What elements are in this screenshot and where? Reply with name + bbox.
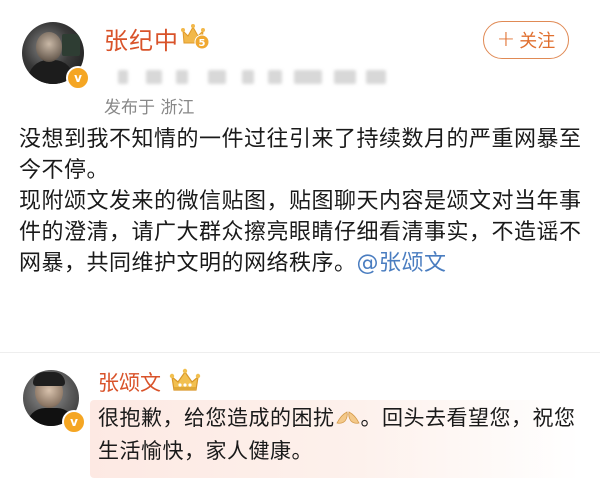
follow-button[interactable]: + 关注	[483, 21, 569, 59]
vip-crown-icon: 5	[181, 24, 210, 50]
vip-crown-icon	[169, 368, 201, 391]
verified-badge-icon: v	[62, 410, 86, 434]
author-name[interactable]: 张纪中	[104, 21, 179, 56]
verified-badge-icon: v	[66, 66, 90, 90]
post-content: 没想到我不知情的一件过往引来了持续数月的严重网暴至今不停。 现附颂文发来的微信贴…	[19, 124, 589, 279]
reply-text: 很抱歉，给您造成的困扰 。回头去看望您，祝您生活愉快，家人健康。	[98, 402, 578, 468]
avatar-face	[36, 32, 62, 62]
praying-hands-emoji-icon	[335, 411, 360, 424]
divider	[0, 352, 600, 353]
reply-section: v 张颂文 很抱歉，给您造成的困扰 。回头去看望您，祝您生活愉快，家人健康。	[0, 356, 600, 484]
reply-author-name[interactable]: 张颂文	[98, 367, 161, 397]
follow-label: 关注	[519, 31, 556, 52]
avatar-background	[62, 34, 80, 56]
post-paragraph-2-text: 现附颂文发来的微信贴图，贴图聊天内容是颂文对当年事件的澄清，请广大群众擦亮眼睛仔…	[19, 189, 582, 276]
post-paragraph-1: 没想到我不知情的一件过往引来了持续数月的严重网暴至今不停。	[19, 127, 582, 183]
post-header: v 张纪中 5 发布于 浙江 + 关注	[0, 0, 600, 120]
mention-link[interactable]: @张颂文	[357, 251, 447, 276]
post-location: 发布于 浙江	[104, 98, 195, 118]
post-paragraph-2: 现附颂文发来的微信贴图，贴图聊天内容是颂文对当年事件的澄清，请广大群众擦亮眼睛仔…	[19, 186, 589, 279]
reply-text-part-1: 很抱歉，给您造成的困扰	[98, 406, 335, 430]
blurred-info	[118, 70, 398, 86]
vip-level: 5	[199, 38, 206, 49]
avatar-hair	[33, 372, 65, 386]
plus-icon: +	[496, 27, 516, 52]
